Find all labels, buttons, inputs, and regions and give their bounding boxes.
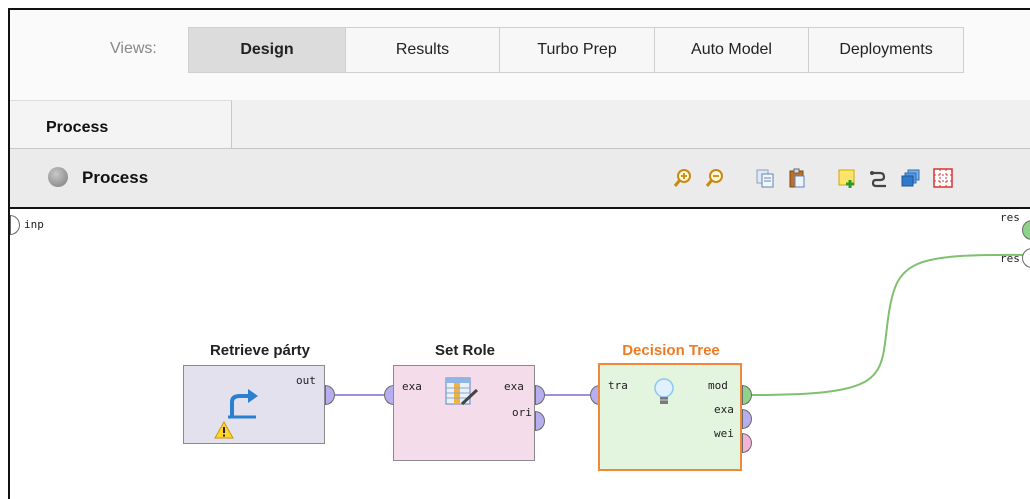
zoom-in-icon[interactable]	[670, 165, 696, 191]
view-tab-design[interactable]: Design	[189, 28, 346, 72]
process-input-port-label: inp	[24, 218, 44, 231]
retrieve-arrow-icon	[228, 389, 258, 419]
view-tab-turbo-prep[interactable]: Turbo Prep	[500, 28, 655, 72]
process-toolbar: Process	[10, 149, 1030, 209]
port-label-tra: tra	[608, 379, 628, 392]
operator-title: Retrieve párty	[209, 342, 311, 359]
operator-title: Set Role	[434, 342, 495, 359]
process-breadcrumb[interactable]: Process	[82, 168, 148, 188]
light-bulb-icon	[654, 378, 674, 404]
zoom-out-icon[interactable]	[702, 165, 728, 191]
port-label-ori: ori	[512, 406, 532, 419]
grid-icon[interactable]	[930, 165, 956, 191]
operator-title: Decision Tree	[622, 342, 720, 359]
set-role-table-icon	[445, 377, 479, 406]
port-label-out: out	[296, 374, 316, 387]
process-canvas[interactable]: inp res res Retrieve párty out Set Role …	[10, 209, 1030, 499]
warning-icon	[214, 421, 234, 439]
view-tab-auto-model[interactable]: Auto Model	[655, 28, 809, 72]
views-bar: Views: Design Results Turbo Prep Auto Mo…	[10, 10, 1030, 100]
copy-icon[interactable]	[752, 165, 778, 191]
view-tab-results[interactable]: Results	[346, 28, 500, 72]
auto-wire-icon[interactable]	[866, 165, 892, 191]
toolbar-icons	[670, 165, 956, 191]
views-tabs: Design Results Turbo Prep Auto Model Dep…	[188, 27, 964, 73]
panel-tab-row: Process	[10, 100, 1030, 149]
port-label-exa-in: exa	[402, 380, 422, 393]
operator-box[interactable]: out	[183, 365, 325, 444]
process-breadcrumb-icon	[48, 167, 68, 187]
rapidminer-window: Views: Design Results Turbo Prep Auto Mo…	[8, 8, 1030, 499]
view-tab-deployments[interactable]: Deployments	[809, 28, 963, 72]
wire-model-to-result	[749, 253, 1030, 396]
process-panel-tab[interactable]: Process	[10, 100, 232, 148]
views-label: Views:	[110, 40, 157, 57]
layers-icon[interactable]	[898, 165, 924, 191]
result-port-label-2: res	[1000, 252, 1020, 265]
port-label-exa: exa	[714, 403, 734, 416]
add-note-icon[interactable]	[834, 165, 860, 191]
operator-box[interactable]: tra mod exa wei	[598, 363, 742, 471]
operator-box[interactable]: exa exa ori	[393, 365, 535, 461]
port-label-exa-out: exa	[504, 380, 524, 393]
paste-icon[interactable]	[784, 165, 810, 191]
result-port-label-1: res	[1000, 211, 1020, 224]
port-label-wei: wei	[714, 427, 734, 440]
port-label-mod: mod	[708, 379, 728, 392]
